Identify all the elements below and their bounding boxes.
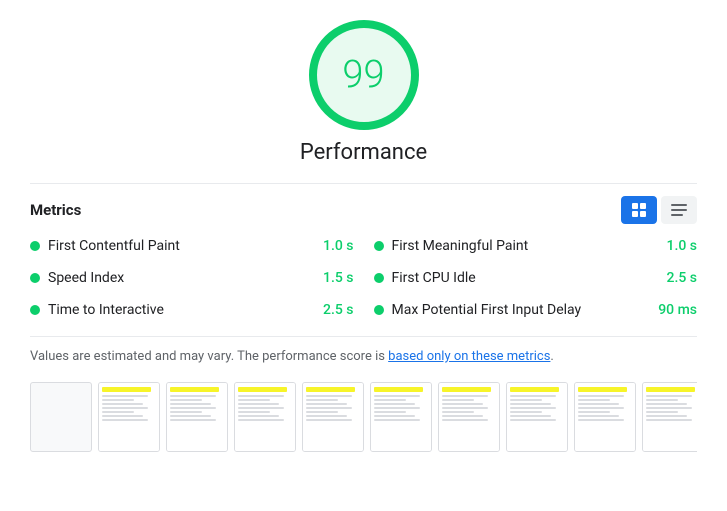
filmstrip	[30, 382, 697, 452]
metric-value: 2.5 s	[667, 270, 698, 286]
filmstrip-frame	[166, 382, 228, 452]
score-circle: 99	[309, 20, 419, 130]
metrics-section: Metrics First Contentful Paint 1.0 s	[30, 183, 697, 318]
metric-dot	[374, 241, 384, 251]
metrics-title: Metrics	[30, 201, 81, 219]
filmstrip-frame	[438, 382, 500, 452]
metric-dot	[30, 241, 40, 251]
metric-value: 90 ms	[658, 302, 697, 318]
metric-value: 1.0 s	[667, 238, 698, 254]
score-value: 99	[342, 53, 384, 97]
footer-text-after: .	[550, 349, 553, 364]
metric-name: Speed Index	[48, 270, 315, 286]
metric-dot	[374, 273, 384, 283]
metrics-grid: First Contentful Paint 1.0 s First Meani…	[30, 238, 697, 318]
metric-time-to-interactive: Time to Interactive 2.5 s	[30, 302, 354, 318]
footer-text-before: Values are estimated and may vary. The p…	[30, 349, 388, 364]
score-label: Performance	[300, 140, 427, 165]
filmstrip-frame	[506, 382, 568, 452]
metric-first-meaningful-paint: First Meaningful Paint 1.0 s	[374, 238, 698, 254]
metric-name: First Meaningful Paint	[392, 238, 659, 254]
metric-value: 2.5 s	[323, 302, 354, 318]
filmstrip-frame	[370, 382, 432, 452]
metric-dot	[30, 305, 40, 315]
metrics-header: Metrics	[30, 196, 697, 224]
metric-first-cpu-idle: First CPU Idle 2.5 s	[374, 270, 698, 286]
view-toggle	[621, 196, 697, 224]
list-view-button[interactable]	[661, 196, 697, 224]
metric-name: Max Potential First Input Delay	[392, 302, 651, 318]
metric-value: 1.0 s	[323, 238, 354, 254]
filmstrip-frame	[302, 382, 364, 452]
metric-name: First CPU Idle	[392, 270, 659, 286]
filmstrip-frame	[574, 382, 636, 452]
grid-view-button[interactable]	[621, 196, 657, 224]
filmstrip-frame	[642, 382, 697, 452]
metrics-link[interactable]: based only on these metrics	[388, 349, 550, 364]
metric-name: Time to Interactive	[48, 302, 315, 318]
metric-value: 1.5 s	[323, 270, 354, 286]
metric-dot	[30, 273, 40, 283]
metric-speed-index: Speed Index 1.5 s	[30, 270, 354, 286]
grid-icon	[632, 203, 646, 217]
list-icon	[671, 204, 687, 216]
filmstrip-frame	[98, 382, 160, 452]
metric-first-contentful-paint: First Contentful Paint 1.0 s	[30, 238, 354, 254]
filmstrip-frame	[234, 382, 296, 452]
score-section: 99 Performance	[30, 20, 697, 165]
metric-name: First Contentful Paint	[48, 238, 315, 254]
footer-text: Values are estimated and may vary. The p…	[30, 336, 697, 364]
metric-max-potential-fid: Max Potential First Input Delay 90 ms	[374, 302, 698, 318]
filmstrip-frame-empty	[30, 382, 92, 452]
metric-dot	[374, 305, 384, 315]
